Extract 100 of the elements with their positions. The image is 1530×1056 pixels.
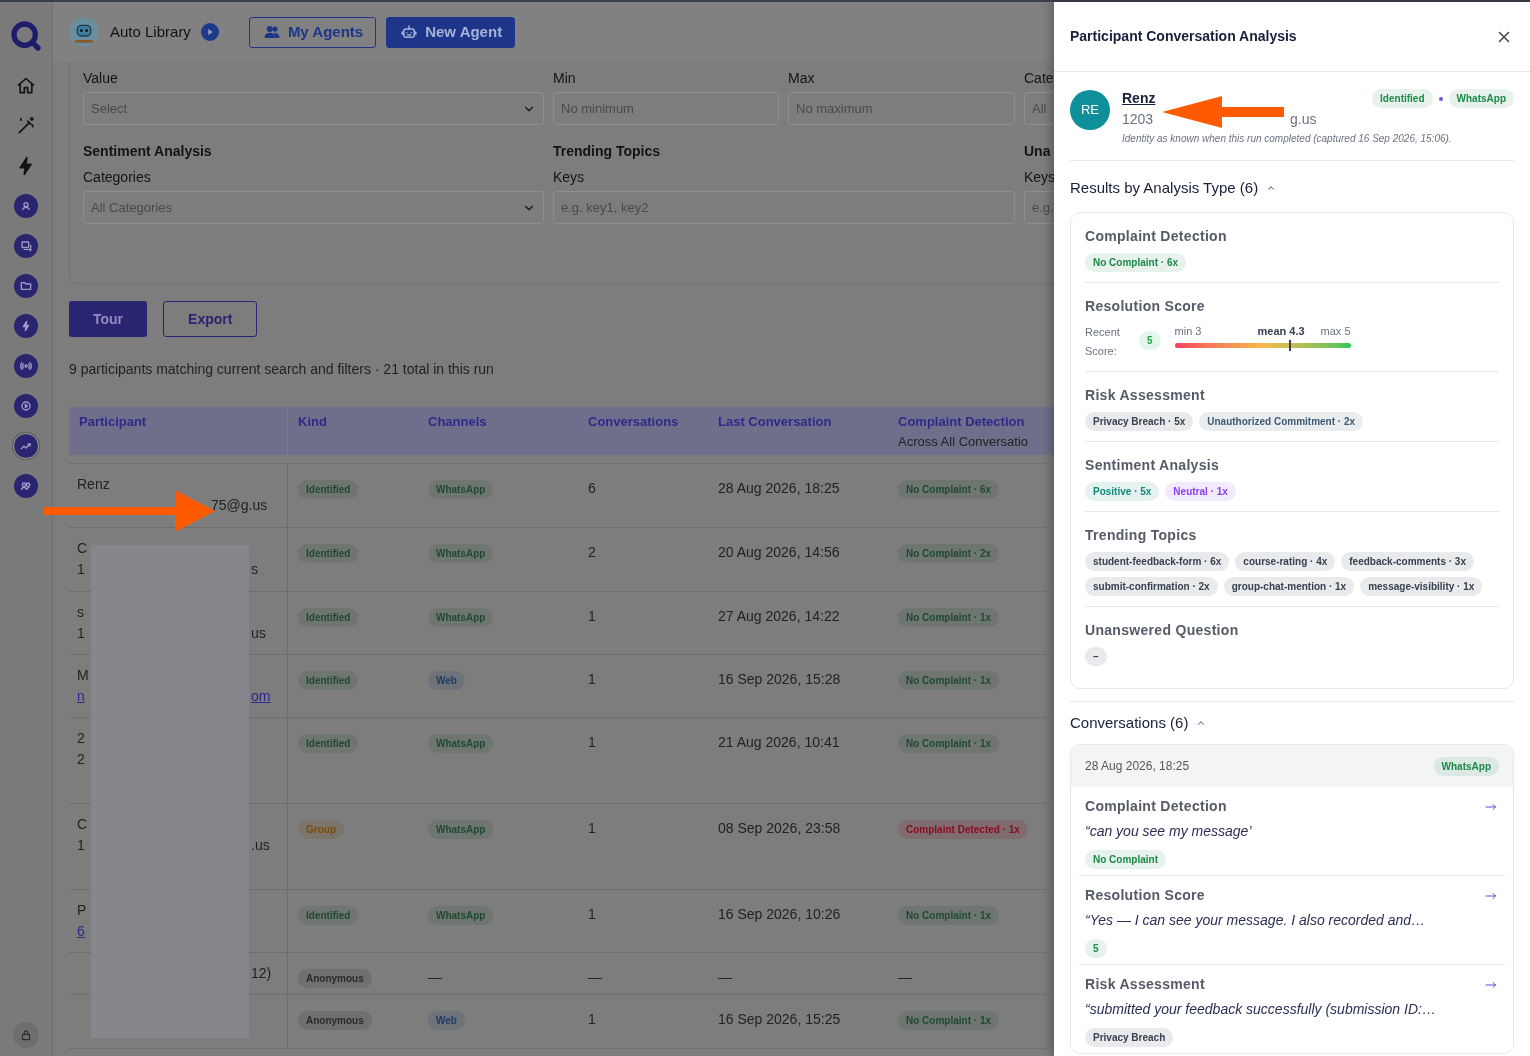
complaint-tag: No Complaint · 1x — [898, 608, 999, 627]
sidebar-item[interactable] — [14, 194, 38, 218]
complaint-tag: No Complaint · 2x — [898, 544, 999, 563]
lock-button[interactable] — [13, 1022, 39, 1048]
score-min: min 3 — [1174, 323, 1202, 339]
column-header: Conversations — [588, 413, 680, 431]
result-tag: Privacy Breach · 5x — [1085, 411, 1194, 431]
status-tag: WhatsApp — [1448, 89, 1514, 108]
table-cell: 1 — [588, 671, 596, 687]
conversations-toggle[interactable]: Conversations (6) — [1070, 711, 1514, 734]
tour-button[interactable]: Tour — [69, 301, 148, 337]
participant-text: C — [77, 815, 88, 831]
channel-tag: WhatsApp — [428, 608, 494, 627]
table-cell: 16 Sep 2026, 10:26 — [718, 906, 841, 922]
score-tag: 5 — [1139, 330, 1161, 350]
participant-id: 1203 — [1122, 110, 1154, 129]
score-max: max 5 — [1320, 323, 1351, 339]
result-tag: – — [1085, 646, 1107, 666]
table-cell: 27 Aug 2026, 14:22 — [718, 608, 840, 624]
table-cell: 16 Sep 2026, 15:25 — [718, 1011, 841, 1027]
participant-text: 2 — [77, 750, 85, 766]
table-cell: 08 Sep 2026, 23:58 — [718, 820, 841, 836]
play-button[interactable] — [200, 23, 219, 41]
channel-tag: Web — [428, 671, 465, 690]
channel-tag: WhatsApp — [428, 820, 494, 839]
link[interactable]: n — [77, 686, 85, 703]
section-heading: Trending Topics — [553, 142, 662, 161]
export-button[interactable]: Export — [163, 301, 258, 337]
my-agents-button[interactable]: My Agents — [248, 16, 377, 48]
channel-tag: WhatsApp — [428, 906, 494, 925]
quote-text: “Yes — I can see your message. I also recorded and… — [1085, 911, 1427, 930]
participant-text: .us — [251, 836, 270, 855]
column-subheader: Across All Conversatio — [898, 432, 1030, 451]
result-tag: 5 — [1085, 939, 1107, 958]
sidebar-item[interactable] — [14, 354, 38, 378]
section-heading: Una — [1024, 142, 1052, 161]
section-title: Complaint Detection — [1085, 226, 1228, 246]
robot-avatar-icon — [68, 16, 100, 48]
results-toggle[interactable]: Results by Analysis Type (6) — [1070, 177, 1514, 200]
sidebar-item[interactable] — [14, 314, 38, 338]
participant-text: 12) — [251, 964, 272, 983]
table-cell: 2 — [588, 544, 596, 560]
app-name: Auto Library — [110, 21, 191, 42]
identity-note: Identity as known when this run completed (captured 16 Sep 2026, 15:06). — [1122, 132, 1453, 146]
result-tag: feedback-comments · 3x — [1341, 551, 1474, 571]
kind-tag: Anonymous — [298, 1011, 372, 1030]
participant-text: 1 — [77, 836, 85, 852]
result-tag: message-visibility · 1x — [1360, 576, 1483, 596]
table-cell: 1 — [588, 734, 596, 750]
field-label: Cate — [1024, 69, 1054, 84]
logo-icon — [10, 20, 42, 52]
complaint-tag: No Complaint · 1x — [898, 906, 999, 925]
table-cell: — — [718, 969, 732, 985]
table-cell: 16 Sep 2026, 15:28 — [718, 671, 841, 687]
column-header: Channels — [428, 413, 488, 431]
quote-text: “can you see my message’ — [1085, 822, 1253, 841]
sidebar-item[interactable] — [14, 474, 38, 498]
kind-tag: Identified — [298, 480, 359, 499]
kind-tag: Identified — [298, 544, 359, 563]
table-cell: 1 — [588, 1011, 596, 1027]
complaint-tag: No Complaint · 6x — [898, 480, 999, 499]
score-mean: mean 4.3 — [1257, 323, 1305, 339]
panel-title: Participant Conversation Analysis — [1070, 27, 1297, 46]
sidebar-item[interactable] — [14, 434, 38, 458]
channel-tag: WhatsApp — [428, 544, 494, 563]
play-icon — [18, 398, 34, 414]
result-tag: No Complaint — [1085, 850, 1166, 869]
link[interactable]: 6 — [77, 921, 85, 938]
analysis-title: Complaint Detection — [1085, 797, 1227, 816]
complaint-tag: No Complaint · 1x — [898, 671, 999, 690]
field-label: Keys — [553, 168, 586, 183]
participant-text: s — [77, 603, 84, 619]
complaint-tag: No Complaint · 1x — [898, 1011, 999, 1030]
result-tag: Neutral · 1x — [1165, 481, 1236, 501]
table-cell: 1 — [588, 906, 596, 922]
section-title: Unanswered Question — [1085, 620, 1240, 640]
analysis-title: Resolution Score — [1085, 886, 1205, 905]
channel-tag: WhatsApp — [428, 480, 494, 499]
participant-text: 75@g.us — [211, 496, 268, 515]
sidebar-item[interactable] — [14, 234, 38, 258]
participant-text: 1 — [77, 560, 85, 576]
link[interactable]: om — [251, 686, 271, 707]
avatar: RE — [1070, 90, 1110, 130]
lock-icon — [19, 1028, 33, 1042]
conversation-date: 28 Aug 2026, 18:25 — [1085, 758, 1190, 775]
table-cell: 20 Aug 2026, 14:56 — [718, 544, 840, 560]
complaint-tag: No Complaint · 1x — [898, 734, 999, 753]
sidebar-item[interactable] — [14, 274, 38, 298]
new-agent-button[interactable]: New Agent — [386, 16, 516, 48]
dash-text: — — [428, 969, 442, 985]
sidebar-item[interactable] — [14, 394, 38, 418]
section-heading: Sentiment Analysis — [83, 142, 213, 161]
participant-link[interactable]: Renz — [1122, 88, 1156, 109]
kind-tag: Identified — [298, 734, 359, 753]
magic-wand-icon — [16, 116, 36, 136]
channel-tag: WhatsApp — [428, 734, 494, 753]
table-cell: — — [588, 969, 602, 985]
result-tag: student-feedback-form · 6x — [1085, 551, 1230, 571]
result-tag: course-rating · 4x — [1235, 551, 1336, 571]
participant-id: g.us — [1290, 110, 1317, 129]
